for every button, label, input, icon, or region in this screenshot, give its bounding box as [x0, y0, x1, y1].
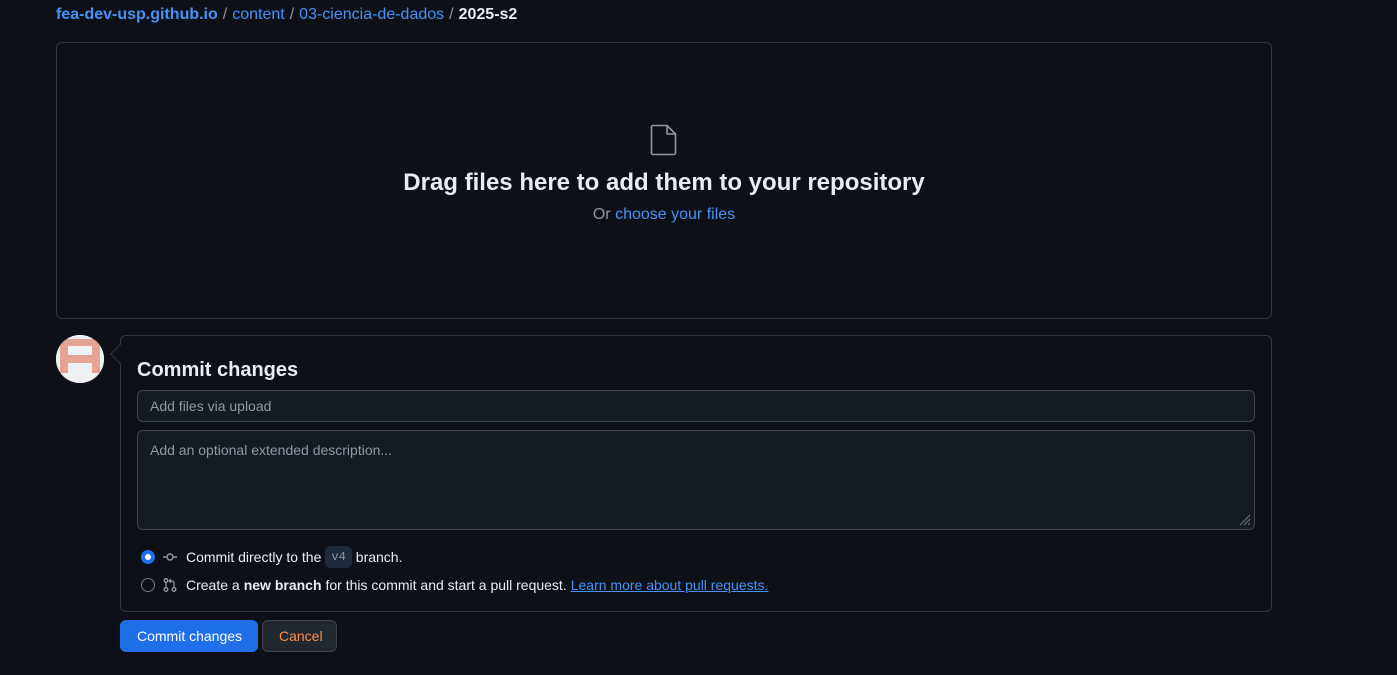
avatar[interactable]: [56, 335, 104, 383]
new-branch-suffix: for this commit and start a pull request…: [325, 577, 567, 593]
breadcrumb-repo-link[interactable]: fea-dev-usp.github.io: [56, 5, 218, 25]
commit-changes-button[interactable]: Commit changes: [120, 620, 258, 652]
commit-direct-radio[interactable]: [141, 550, 155, 564]
dropzone-title: Drag files here to add them to your repo…: [403, 169, 925, 196]
breadcrumb-content-link[interactable]: content: [232, 5, 284, 25]
branch-name-badge: v4: [325, 546, 352, 568]
identicon-avatar-icon: [56, 335, 104, 383]
learn-more-pull-requests-link[interactable]: Learn more about pull requests.: [571, 575, 769, 595]
commit-form: Commit changes Commit directly to the v4…: [110, 335, 1272, 612]
git-commit-icon: [163, 553, 177, 561]
resize-handle-icon[interactable]: [1237, 512, 1251, 526]
breadcrumb-folder-link[interactable]: 03-ciencia-de-dados: [299, 5, 444, 25]
breadcrumb-separator: /: [289, 6, 295, 23]
commit-title: Commit changes: [137, 359, 299, 381]
commit-description-textarea[interactable]: [137, 430, 1255, 530]
new-branch-option[interactable]: Create a new branch for this commit and …: [141, 575, 768, 595]
file-dropzone[interactable]: Drag files here to add them to your repo…: [56, 42, 1272, 319]
dropzone-or-text: Or: [592, 206, 611, 223]
commit-direct-option[interactable]: Commit directly to the v4 branch.: [141, 546, 402, 568]
breadcrumb-current: 2025-s2: [458, 6, 518, 23]
choose-files-link[interactable]: choose your files: [615, 206, 735, 223]
dropzone-subtext: Or choose your files: [593, 205, 735, 225]
commit-box-caret: [110, 344, 130, 364]
file-icon: [650, 124, 677, 156]
git-pull-request-icon: [163, 578, 177, 592]
breadcrumb-separator: /: [222, 6, 228, 23]
commit-summary-input[interactable]: [137, 390, 1255, 422]
new-branch-radio[interactable]: [141, 578, 155, 592]
new-branch-prefix: Create a: [186, 577, 240, 593]
new-branch-bold: new branch: [243, 577, 322, 593]
cancel-button[interactable]: Cancel: [262, 620, 337, 652]
commit-direct-prefix: Commit directly to the: [186, 549, 322, 565]
commit-direct-suffix: branch.: [355, 549, 403, 565]
breadcrumb-separator: /: [449, 6, 454, 23]
breadcrumb: fea-dev-usp.github.io / content / 03-cie…: [56, 5, 517, 25]
